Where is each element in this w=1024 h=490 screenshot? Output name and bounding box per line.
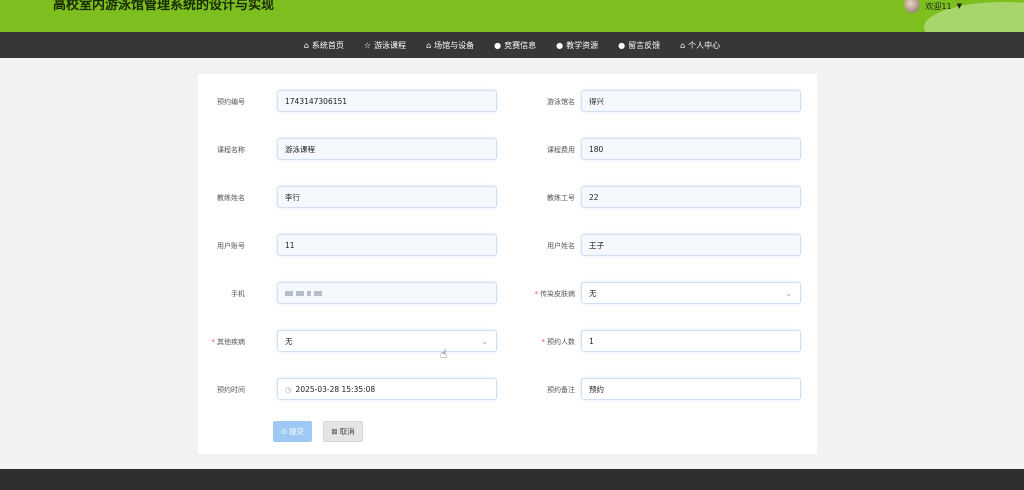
submit-label: 提交: [289, 427, 305, 436]
phone-label: 手机: [231, 290, 245, 298]
coach-name-label: 教练姓名: [217, 194, 245, 202]
skin-disease-label: * 传染皮肤病: [534, 290, 576, 298]
footer: [0, 469, 1024, 490]
nav-item-profile[interactable]: ⌂ 个人中心: [680, 40, 720, 51]
caret-down-icon[interactable]: ▼: [957, 2, 962, 10]
other-disease-label: * 其他疾病: [211, 338, 246, 346]
nav-item-competitions[interactable]: ● 竞赛信息: [494, 40, 536, 51]
home-icon: ⌂: [303, 40, 309, 50]
star-icon: ☆: [363, 40, 372, 50]
info-icon: ●: [618, 40, 626, 50]
course-name-input[interactable]: 游泳课程: [277, 138, 497, 160]
chevron-down-icon: ⌄: [481, 336, 488, 346]
booking-time-picker[interactable]: ◷ 2025-03-28 15:35:08: [277, 378, 497, 400]
nav-item-label: 游泳课程: [374, 40, 407, 50]
remark-label: 预约备注: [547, 386, 575, 394]
coach-name-value: 李行: [285, 192, 300, 202]
coach-name-input[interactable]: 李行: [277, 186, 497, 208]
user-name-input[interactable]: 王子: [581, 234, 801, 256]
venue-name-label: 游泳馆名: [547, 98, 575, 106]
nav-item-courses[interactable]: ☆ 游泳课程: [364, 40, 406, 51]
chevron-down-icon: ⌄: [785, 288, 792, 298]
home-icon: ⌂: [680, 40, 686, 50]
booking-time-label: 预约时间: [217, 386, 245, 394]
course-name-value: 游泳课程: [285, 144, 315, 154]
check-circle-icon: ⊙: [280, 427, 288, 436]
nav-item-label: 场馆与设备: [434, 40, 475, 50]
clock-icon: ◷: [285, 384, 292, 394]
top-banner: 高校室内游泳馆管理系统的设计与实现 欢迎11 ▼: [0, 0, 1024, 32]
close-square-icon: ⊠: [331, 427, 338, 436]
redacted-mark: [296, 290, 304, 296]
info-icon: ●: [494, 40, 502, 50]
skin-disease-value: 无: [589, 288, 597, 298]
people-count-input[interactable]: 1: [581, 330, 801, 352]
venue-name-input[interactable]: 得兴: [581, 90, 801, 112]
remark-value: 预约: [589, 384, 604, 394]
nav-item-label: 竞赛信息: [504, 40, 537, 50]
skin-disease-select[interactable]: 无 ⌄: [581, 282, 801, 304]
site-title: 高校室内游泳馆管理系统的设计与实现: [53, 0, 275, 13]
user-account-input[interactable]: 11: [277, 234, 497, 256]
other-disease-value: 无: [285, 336, 293, 346]
booking-time-value: 2025-03-28 15:35:08: [295, 384, 376, 394]
venue-name-value: 得兴: [589, 96, 604, 106]
coach-id-label: 教练工号: [547, 194, 575, 202]
avatar[interactable]: [904, 0, 921, 13]
nav-item-home[interactable]: ⌂ 系统首页: [304, 40, 344, 51]
people-count-value: 1: [589, 336, 594, 346]
other-disease-select[interactable]: 无 ⌄: [277, 330, 497, 352]
hand-cursor-icon: ☝: [440, 347, 448, 361]
coach-id-value: 22: [589, 192, 599, 202]
nav-item-label: 教学资源: [566, 40, 599, 50]
user-name-label: 用户姓名: [547, 242, 575, 250]
cancel-button[interactable]: ⊠ 取消: [323, 421, 363, 442]
main-nav: ⌂ 系统首页 ☆ 游泳课程 ⌂ 场馆与设备 ● 竞赛信息 ● 教学资源 ● 留言反馈 ⌂ 个人…: [0, 32, 1024, 58]
user-account-label: 用户账号: [217, 242, 245, 250]
course-fee-value: 180: [589, 144, 604, 154]
coach-id-input[interactable]: 22: [581, 186, 801, 208]
booking-no-value: 1743147306151: [285, 96, 348, 106]
booking-no-label: 预约编号: [217, 98, 245, 106]
nav-item-resources[interactable]: ● 教学资源: [556, 40, 598, 51]
submit-button[interactable]: ⊙ 提交: [273, 421, 312, 442]
nav-item-label: 个人中心: [688, 40, 721, 50]
redacted-mark: [285, 290, 293, 296]
course-name-label: 课程名称: [217, 146, 245, 154]
user-account-value: 11: [285, 240, 295, 250]
user-name-value: 王子: [589, 240, 604, 250]
booking-no-input[interactable]: 1743147306151: [277, 90, 497, 112]
course-fee-input[interactable]: 180: [581, 138, 801, 160]
remark-input[interactable]: 预约: [581, 378, 801, 400]
lock-icon: ⌂: [426, 40, 432, 50]
redacted-mark: [314, 290, 322, 296]
course-fee-label: 课程费用: [547, 146, 575, 154]
redacted-mark: [307, 290, 311, 296]
phone-input[interactable]: [277, 282, 497, 304]
nav-item-label: 留言反馈: [628, 40, 661, 50]
cancel-label: 取消: [339, 427, 355, 436]
nav-item-venues[interactable]: ⌂ 场馆与设备: [426, 40, 474, 51]
nav-item-label: 系统首页: [311, 40, 344, 50]
people-count-label: * 预约人数: [541, 338, 576, 346]
help-icon: ●: [556, 40, 564, 50]
nav-item-feedback[interactable]: ● 留言反馈: [618, 40, 660, 51]
user-menu[interactable]: 欢迎11 ▼: [904, 0, 962, 13]
welcome-label: 欢迎11: [925, 1, 952, 11]
